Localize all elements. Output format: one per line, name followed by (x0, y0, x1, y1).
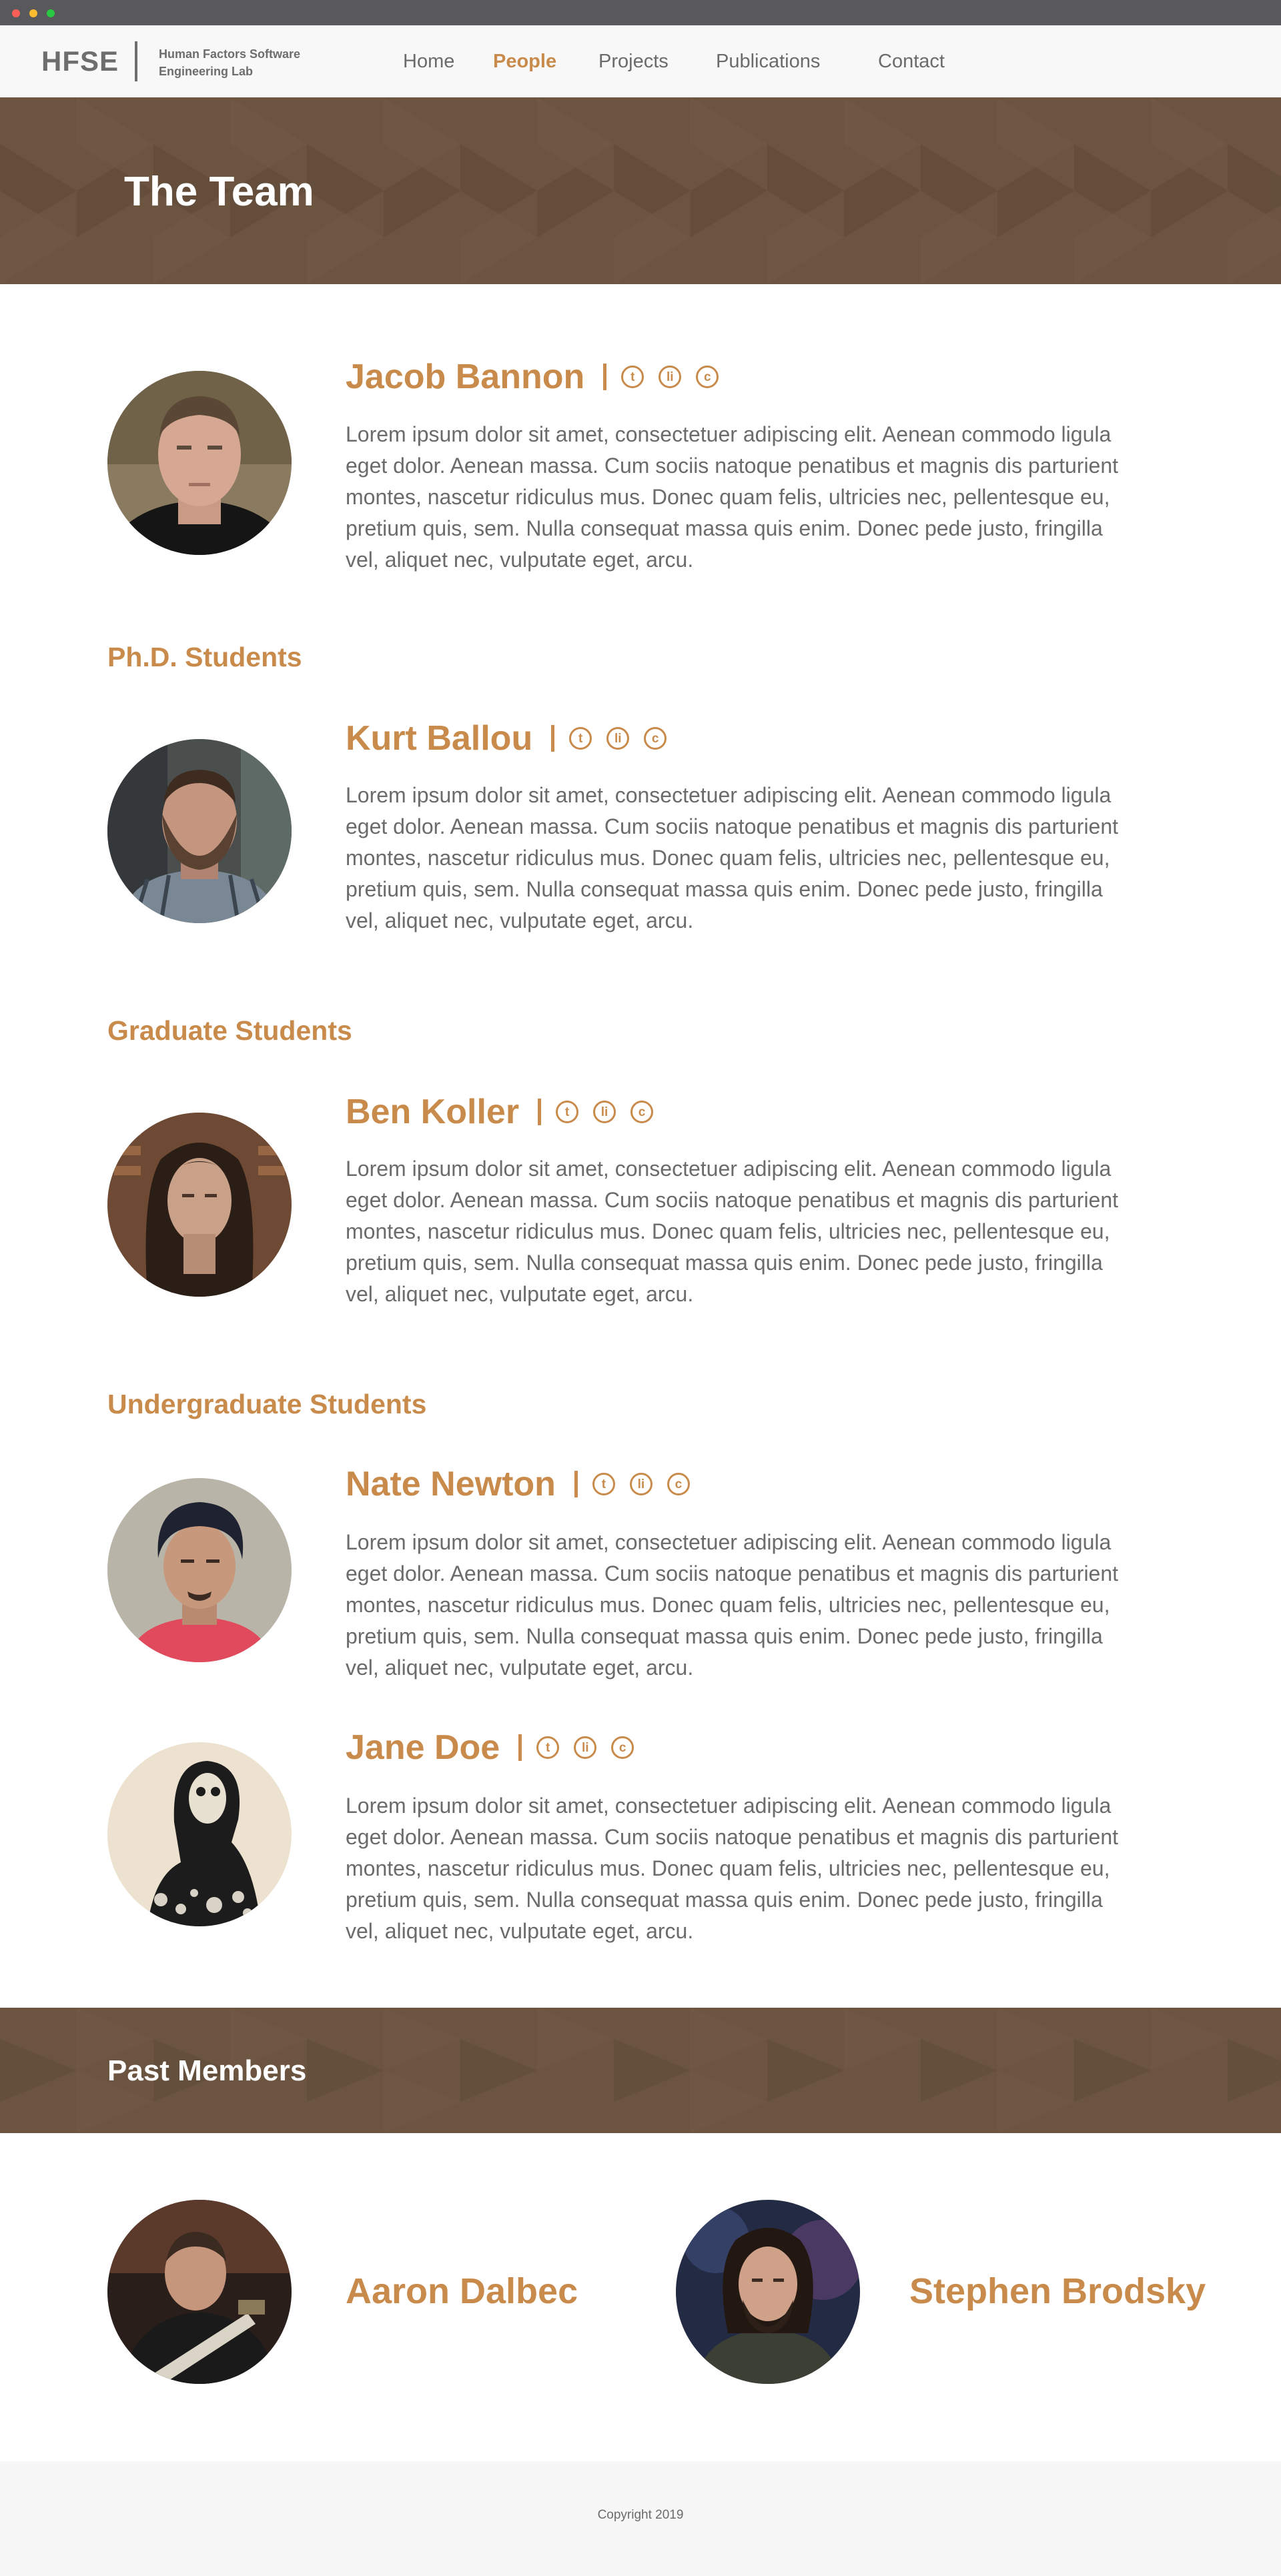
hero-banner: The Team (0, 97, 1281, 284)
avatar-ben-koller (107, 1113, 292, 1297)
nav-projects[interactable]: Projects (598, 51, 669, 73)
name-divider (551, 725, 555, 752)
member-name[interactable]: Kurt Ballou (346, 718, 532, 758)
github-icon[interactable]: c (630, 1101, 654, 1123)
member-bio: Lorem ipsum dolor sit amet, consectetuer… (346, 783, 1119, 932)
section-heading-graduate: Graduate Students (107, 1015, 352, 1046)
linkedin-icon[interactable]: li (659, 366, 682, 388)
page-title: The Team (124, 169, 314, 215)
github-icon[interactable]: c (667, 1473, 690, 1495)
name-divider (574, 1471, 578, 1497)
minimize-window-dot[interactable] (29, 9, 37, 17)
linkedin-icon[interactable]: li (574, 1736, 597, 1759)
avatar-jacob-bannon (107, 371, 292, 555)
member-name[interactable]: Ben Koller (346, 1092, 519, 1132)
linkedin-icon[interactable]: li (593, 1101, 616, 1123)
footer: Copyright 2019 (0, 2461, 1281, 2576)
past-member-name[interactable]: Stephen Brodsky (909, 2271, 1206, 2312)
brand-logo[interactable]: HFSE (41, 45, 119, 77)
past-members-heading: Past Members (107, 2054, 307, 2087)
avatar-jane-doe (107, 1742, 292, 1926)
member-name[interactable]: Jacob Bannon (346, 357, 584, 397)
avatar-stephen-brodsky (676, 2200, 860, 2384)
past-members-banner: Past Members (0, 2008, 1281, 2133)
name-divider (518, 1734, 522, 1761)
avatar-nate-newton (107, 1478, 292, 1662)
nav-people[interactable]: People (493, 51, 556, 73)
member-header: Ben Koller t li c (346, 1089, 654, 1135)
past-member-name[interactable]: Aaron Dalbec (346, 2271, 578, 2312)
member-name[interactable]: Jane Doe (346, 1728, 500, 1768)
member-header: Nate Newton t li c (346, 1461, 690, 1507)
twitter-icon[interactable]: t (536, 1736, 560, 1759)
nav-home[interactable]: Home (403, 51, 454, 73)
github-icon[interactable]: c (696, 366, 719, 388)
linkedin-icon[interactable]: li (629, 1473, 653, 1495)
twitter-icon[interactable]: t (621, 366, 645, 388)
member-bio: Lorem ipsum dolor sit amet, consectetuer… (346, 1157, 1119, 1306)
close-window-dot[interactable] (12, 9, 20, 17)
name-divider (603, 364, 607, 390)
section-heading-undergraduate: Undergraduate Students (107, 1389, 427, 1419)
member-name[interactable]: Nate Newton (346, 1464, 556, 1504)
github-icon[interactable]: c (644, 727, 667, 750)
member-bio: Lorem ipsum dolor sit amet, consectetuer… (346, 1794, 1119, 1943)
avatar-kurt-ballou (107, 739, 292, 923)
avatar-aaron-dalbec (107, 2200, 292, 2384)
twitter-icon[interactable]: t (592, 1473, 615, 1495)
section-heading-phd: Ph.D. Students (107, 642, 302, 672)
name-divider (538, 1099, 542, 1125)
maximize-window-dot[interactable] (47, 9, 55, 17)
navbar: HFSE Human Factors Software Engineering … (0, 25, 1281, 97)
member-bio: Lorem ipsum dolor sit amet, consectetuer… (346, 1530, 1119, 1680)
twitter-icon[interactable]: t (569, 727, 592, 750)
member-header: Jacob Bannon t li c (346, 354, 719, 400)
member-header: Kurt Ballou t li c (346, 715, 667, 762)
member-header: Jane Doe t li c (346, 1724, 634, 1771)
brand-divider (135, 41, 137, 81)
brand-full-name: Human Factors Software Engineering Lab (159, 47, 301, 78)
member-bio: Lorem ipsum dolor sit amet, consectetuer… (346, 422, 1119, 572)
nav-contact[interactable]: Contact (878, 51, 945, 73)
github-icon[interactable]: c (611, 1736, 634, 1759)
nav-publications[interactable]: Publications (716, 51, 820, 73)
twitter-icon[interactable]: t (556, 1101, 579, 1123)
linkedin-icon[interactable]: li (606, 727, 630, 750)
copyright-text: Copyright 2019 (597, 2508, 684, 2522)
browser-chrome (0, 0, 1281, 25)
